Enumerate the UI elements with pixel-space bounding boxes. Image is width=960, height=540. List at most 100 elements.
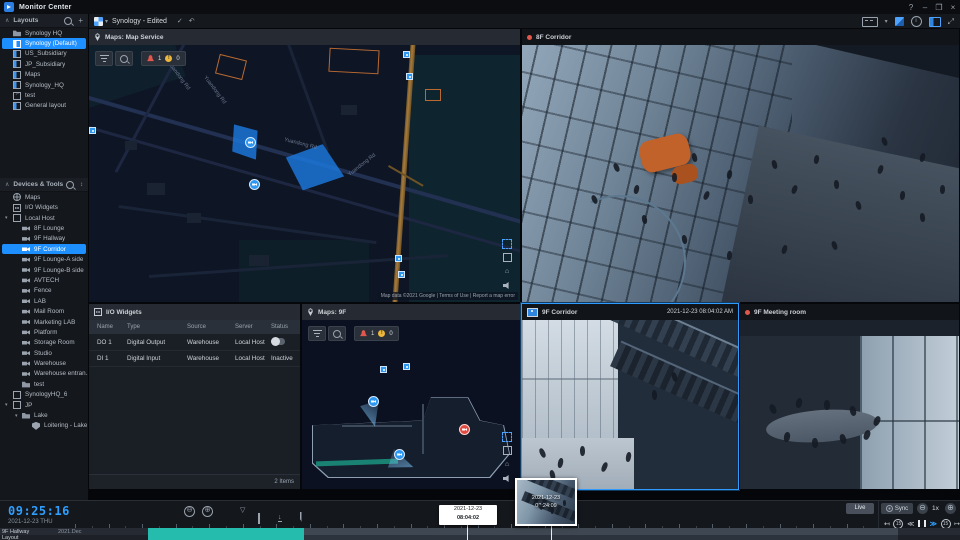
search-icon[interactable] [66, 180, 74, 189]
timeline-filter-icon[interactable]: ▽ [240, 506, 245, 514]
timeline-row-layout[interactable] [0, 534, 960, 540]
rewind-button[interactable]: ≪ [907, 520, 914, 528]
map-frame-tool[interactable] [502, 253, 512, 262]
map-home-button[interactable]: ⌂ [502, 460, 512, 469]
panel-cam-9f-corridor[interactable]: 9F Corridor 2021-12-23 08:04:02 AM [521, 303, 739, 490]
map-9f-header[interactable]: Maps: 9F [302, 304, 520, 320]
sidebar-item-device[interactable]: LAB [0, 296, 88, 306]
save-layout-icon[interactable]: ✓ [177, 17, 183, 25]
sidebar-item-device[interactable]: Mail Room [0, 306, 88, 316]
dual-display-icon[interactable] [894, 17, 904, 26]
fast-forward-button[interactable]: ≫ [930, 520, 937, 528]
speed-down-button[interactable]: ⊖ [917, 503, 928, 514]
sidebar-item-device[interactable]: ▾ JP [0, 400, 88, 410]
sidebar-item-device[interactable]: I/O Widgets [0, 203, 88, 213]
camera-marker-small[interactable] [403, 51, 410, 58]
map-frame-tool[interactable] [502, 446, 512, 455]
sidebar-item-device[interactable]: Warehouse entran... [0, 369, 88, 379]
sidebar-item-device[interactable]: 9F Corridor [2, 244, 86, 255]
hotkey-panel-icon[interactable] [861, 16, 878, 27]
collapse-icon[interactable]: ∧ [5, 181, 9, 188]
sidebar-item-device[interactable]: ▾ Local Host [0, 213, 88, 223]
sidebar-item-device[interactable]: Maps [0, 192, 88, 202]
table-menu-icon[interactable]: ⋮ [299, 324, 300, 331]
map-search-button[interactable] [328, 326, 346, 341]
minimize-button[interactable]: – [918, 3, 932, 12]
sidebar-item-device[interactable]: Warehouse [0, 358, 88, 368]
sidebar-item-layout[interactable]: Synology (Default) [2, 38, 86, 49]
map-filter-button[interactable] [95, 51, 113, 66]
camera-marker-small[interactable] [395, 255, 402, 262]
info-icon[interactable]: i [910, 16, 922, 27]
hotkey-caret-icon[interactable]: ▾ [885, 18, 888, 25]
sidebar-item-device[interactable]: 8F Lounge [0, 223, 88, 233]
map-audio-button[interactable] [502, 281, 512, 290]
camera-feed-8f[interactable] [522, 45, 959, 302]
recording-segment[interactable] [304, 534, 898, 540]
sidebar-item-layout[interactable]: Synology HQ [0, 28, 88, 38]
search-icon[interactable] [64, 16, 73, 25]
pause-button[interactable] [917, 520, 926, 527]
io-table-row[interactable]: DI 1 Digital Input Warehouse Local Host … [89, 350, 300, 367]
sidebar-item-device[interactable]: Studio [0, 348, 88, 358]
sidebar-item-layout[interactable]: test [0, 90, 88, 100]
add-layout-icon[interactable]: + [78, 16, 83, 25]
sidebar-item-device[interactable]: ▾ Lake [0, 410, 88, 420]
panel-cam-meeting[interactable]: 9F Meeting room [739, 303, 960, 490]
sidebar-item-device[interactable]: Marketing LAB [0, 317, 88, 327]
restore-button[interactable]: ❐ [932, 3, 946, 12]
map-select-tool[interactable] [502, 238, 512, 249]
map-home-button[interactable]: ⌂ [502, 267, 512, 276]
sidebar-item-layout[interactable]: JP_Subsidiary [0, 59, 88, 69]
prev-event-button[interactable]: ↤ [884, 520, 890, 528]
sidebar-item-device[interactable]: Loitering - Lake [0, 421, 88, 431]
close-button[interactable]: × [946, 3, 960, 12]
expand-caret-icon[interactable]: ▾ [5, 402, 8, 408]
sidebar-item-device[interactable]: Platform [0, 327, 88, 337]
undo-icon[interactable]: ↶ [189, 17, 195, 25]
sidebar-item-device[interactable]: 9F Lounge-B side [0, 265, 88, 275]
camera-feed-9f[interactable] [522, 320, 738, 489]
panel-cam-8f-corridor[interactable]: 8F Corridor [521, 28, 960, 303]
camera-marker[interactable] [394, 449, 405, 460]
layouts-section-header[interactable]: ∧ Layouts + [0, 14, 88, 28]
map-select-tool[interactable] [502, 431, 512, 442]
speed-up-button[interactable]: ⊕ [945, 503, 956, 514]
sidebar-item-layout[interactable]: Synology_HQ [0, 80, 88, 90]
layout-caret-icon[interactable]: ▾ [105, 18, 108, 25]
camera-marker[interactable] [249, 179, 260, 190]
map-9f-canvas[interactable]: 1 ! 0 ⌂ [302, 320, 520, 489]
io-table-row[interactable]: DO 1 Digital Output Warehouse Local Host [89, 334, 300, 351]
alert-badges[interactable]: 1 ! 0 [354, 326, 399, 341]
camera-marker-small[interactable] [406, 73, 413, 80]
recording-segment[interactable] [148, 534, 304, 540]
hover-playhead[interactable] [551, 526, 552, 540]
camera-marker-small[interactable] [89, 127, 96, 134]
map-service-canvas[interactable]: Yuandong Rd Yuandong Rd Yuandong Rd Yuan… [89, 45, 520, 302]
map-filter-button[interactable] [308, 326, 326, 341]
layout-grid-icon[interactable] [94, 16, 103, 26]
map-service-header[interactable]: Maps: Map Service [89, 29, 520, 45]
sidebar-item-device[interactable]: test [0, 379, 88, 389]
sidebar-item-layout[interactable]: General layout [0, 101, 88, 111]
sidebar-item-layout[interactable]: Maps [0, 70, 88, 80]
expand-caret-icon[interactable]: ▾ [5, 215, 8, 221]
skip-back-15-button[interactable]: 15 [893, 518, 904, 529]
devices-section-header[interactable]: ∧ Devices & Tools ↕ [0, 178, 88, 193]
map-search-button[interactable] [115, 51, 133, 66]
fullscreen-icon[interactable]: ⤢ [948, 17, 954, 27]
cam-8f-header[interactable]: 8F Corridor [522, 29, 959, 45]
help-button[interactable]: ? [904, 3, 918, 12]
map-audio-button[interactable] [502, 474, 512, 483]
collapse-icon[interactable]: ∧ [5, 17, 9, 24]
camera-marker[interactable] [245, 137, 256, 148]
sidebar-item-device[interactable]: SynologyHQ_6 [0, 390, 88, 400]
camera-marker-small[interactable] [403, 363, 410, 370]
live-button[interactable]: Live [846, 503, 874, 514]
side-panel-icon[interactable] [928, 16, 941, 27]
camera-feed-meeting[interactable] [740, 320, 959, 489]
sidebar-item-device[interactable]: 9F Hallway [0, 234, 88, 244]
sidebar-item-device[interactable]: Storage Room [0, 338, 88, 348]
skip-forward-15-button[interactable]: 15 [940, 518, 951, 529]
sidebar-item-device[interactable]: Fence [0, 286, 88, 296]
